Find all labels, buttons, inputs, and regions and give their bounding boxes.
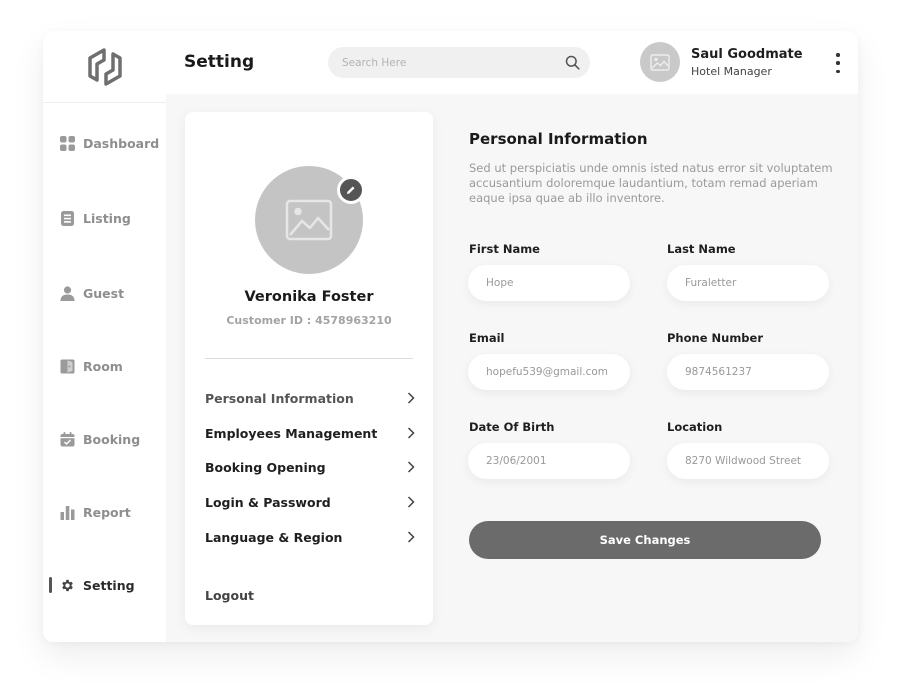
booking-icon bbox=[60, 432, 75, 447]
phone-number-field[interactable] bbox=[667, 354, 829, 390]
last-name-field[interactable] bbox=[667, 265, 829, 301]
sidebar-item-label: Guest bbox=[83, 286, 125, 301]
menu-item-personal-information[interactable]: Personal Information bbox=[205, 388, 415, 408]
email-label: Email bbox=[469, 331, 505, 345]
chevron-right-icon bbox=[407, 392, 415, 404]
menu-item-language-region[interactable]: Language & Region bbox=[205, 527, 415, 547]
menu-item-employees-management[interactable]: Employees Management bbox=[205, 423, 415, 443]
logout-button[interactable]: Logout bbox=[205, 588, 254, 603]
user-name: Saul Goodmate bbox=[691, 47, 803, 62]
profile-name: Veronika Foster bbox=[244, 289, 374, 305]
top-bar: Setting Saul Goodmate Hotel Manager bbox=[166, 31, 858, 94]
sidebar-item-label: Room bbox=[83, 359, 123, 374]
user-role: Hotel Manager bbox=[691, 65, 772, 78]
menu-item-login-password[interactable]: Login & Password bbox=[205, 492, 415, 512]
date-of-birth-label: Date Of Birth bbox=[469, 420, 555, 434]
sidebar-item-guest[interactable]: Guest bbox=[60, 286, 124, 301]
sidebar-item-room[interactable]: Room bbox=[60, 359, 123, 374]
chevron-right-icon bbox=[407, 496, 415, 508]
brand-logo-icon bbox=[87, 47, 122, 86]
sidebar-item-label: Booking bbox=[83, 432, 141, 447]
profile-card: Veronika Foster Customer ID : 4578963210… bbox=[185, 112, 433, 625]
chevron-right-icon bbox=[407, 461, 415, 473]
sidebar-item-dashboard[interactable]: Dashboard bbox=[60, 136, 159, 151]
sidebar: Dashboard Listing Guest Room Booking Rep… bbox=[43, 31, 166, 642]
location-field[interactable] bbox=[667, 443, 829, 479]
search-input[interactable] bbox=[342, 47, 552, 78]
sidebar-item-setting[interactable]: Setting bbox=[60, 578, 135, 593]
active-indicator bbox=[49, 577, 52, 593]
divider bbox=[205, 358, 413, 359]
menu-item-label: Booking Opening bbox=[205, 459, 326, 475]
chevron-right-icon bbox=[407, 427, 415, 439]
sidebar-item-booking[interactable]: Booking bbox=[60, 432, 140, 447]
first-name-field[interactable] bbox=[468, 265, 630, 301]
report-icon bbox=[60, 505, 75, 520]
form-description: Sed ut perspiciatis unde omnis isted nat… bbox=[469, 161, 833, 205]
room-icon bbox=[60, 359, 75, 374]
sidebar-item-label: Listing bbox=[83, 211, 131, 226]
phone-number-label: Phone Number bbox=[667, 331, 764, 345]
user-avatar[interactable] bbox=[640, 42, 680, 82]
form-title: Personal Information bbox=[469, 130, 648, 148]
menu-item-label: Login & Password bbox=[205, 494, 331, 510]
sidebar-item-report[interactable]: Report bbox=[60, 505, 131, 520]
date-of-birth-field[interactable] bbox=[468, 443, 630, 479]
search-icon[interactable] bbox=[565, 55, 580, 70]
more-options-icon[interactable] bbox=[834, 53, 842, 73]
sidebar-item-label: Report bbox=[83, 505, 131, 520]
menu-item-booking-opening[interactable]: Booking Opening bbox=[205, 457, 415, 477]
app-window: Dashboard Listing Guest Room Booking Rep… bbox=[43, 31, 858, 642]
last-name-label: Last Name bbox=[667, 242, 736, 256]
chevron-right-icon bbox=[407, 531, 415, 543]
search-bar bbox=[328, 47, 590, 78]
pencil-icon bbox=[347, 186, 355, 194]
menu-item-label: Employees Management bbox=[205, 425, 378, 441]
image-placeholder-icon bbox=[285, 199, 333, 241]
setting-icon bbox=[60, 578, 75, 593]
save-changes-button[interactable]: Save Changes bbox=[469, 521, 821, 559]
first-name-label: First Name bbox=[469, 242, 540, 256]
page-title: Setting bbox=[184, 52, 255, 72]
guest-icon bbox=[60, 286, 75, 301]
menu-item-label: Personal Information bbox=[205, 390, 354, 406]
image-placeholder-icon bbox=[650, 53, 670, 71]
email-field[interactable] bbox=[468, 354, 630, 390]
menu-item-label: Language & Region bbox=[205, 529, 343, 545]
sidebar-item-label: Dashboard bbox=[83, 136, 160, 151]
edit-avatar-button[interactable] bbox=[337, 176, 365, 204]
sidebar-item-listing[interactable]: Listing bbox=[60, 211, 131, 226]
customer-id: Customer ID : 4578963210 bbox=[226, 314, 392, 327]
sidebar-item-label: Setting bbox=[83, 578, 135, 593]
location-label: Location bbox=[667, 420, 723, 434]
logo[interactable] bbox=[43, 31, 166, 103]
listing-icon bbox=[60, 211, 75, 226]
dashboard-icon bbox=[60, 136, 75, 151]
